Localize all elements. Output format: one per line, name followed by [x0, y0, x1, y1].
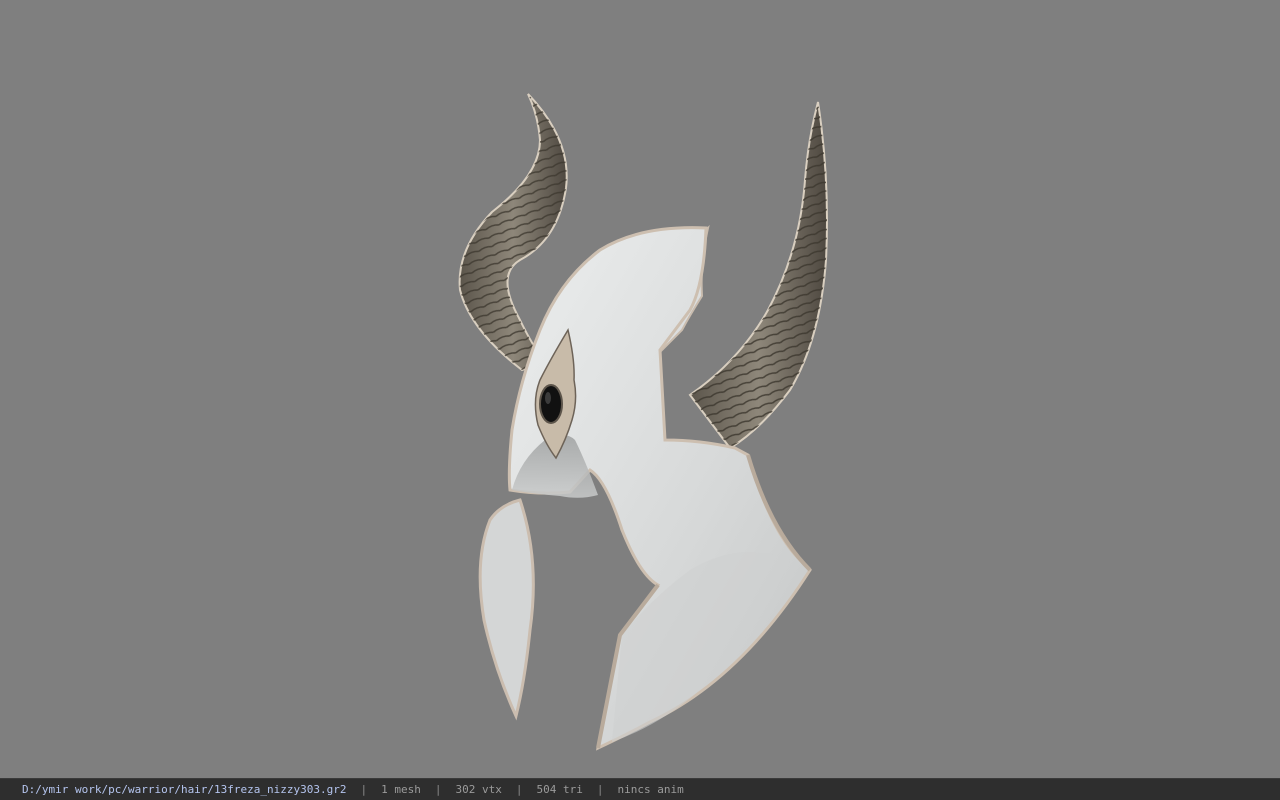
separator: | — [360, 783, 368, 796]
3d-viewport[interactable] — [0, 0, 1280, 778]
file-path: D:/ymir work/pc/warrior/hair/13freza_niz… — [22, 783, 347, 796]
separator: | — [515, 783, 523, 796]
triangle-count: 504 tri — [536, 783, 583, 796]
horned-helmet-model — [458, 93, 828, 751]
mesh-count: 1 mesh — [381, 783, 421, 796]
separator: | — [434, 783, 442, 796]
status-bar: D:/ymir work/pc/warrior/hair/13freza_niz… — [0, 778, 1280, 800]
separator: | — [596, 783, 604, 796]
right-horn — [688, 101, 828, 450]
helmet-shell — [478, 224, 812, 751]
vertex-count: 302 vtx — [455, 783, 502, 796]
animation-status: nincs anim — [617, 783, 684, 796]
